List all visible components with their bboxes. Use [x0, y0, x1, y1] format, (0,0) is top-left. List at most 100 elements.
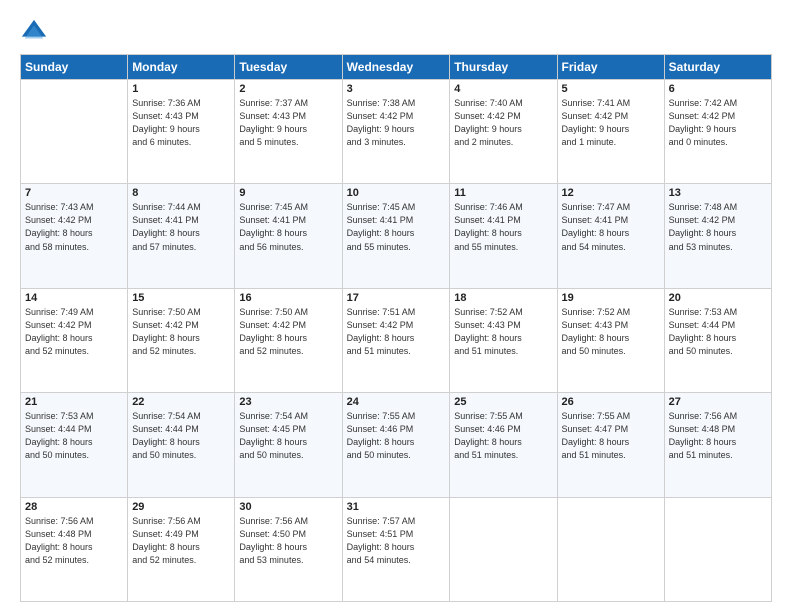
day-number: 10: [347, 187, 446, 199]
calendar-day-25: 25 Sunrise: 7:55 AM Sunset: 4:46 PM Dayli…: [450, 393, 557, 497]
calendar-week-3: 14Sunrise: 7:49 AM Sunset: 4:42 PM Dayli…: [21, 288, 772, 392]
logo-icon: [20, 18, 48, 46]
calendar-header-row: SundayMondayTuesdayWednesdayThursdayFrid…: [21, 55, 772, 80]
calendar-day-6: 6 Sunrise: 7:42 AM Sunset: 4:42 PM Daylig…: [664, 80, 771, 184]
day-number: 29: [132, 501, 230, 513]
day-number: 6: [669, 83, 767, 95]
weekday-header-friday: Friday: [557, 55, 664, 80]
day-number: 23: [239, 396, 337, 408]
day-info: Sunrise: 7:36 AM Sunset: 4:43 PM Dayligh…: [132, 97, 230, 149]
calendar-day-28: 28 Sunrise: 7:56 AM Sunset: 4:48 PM Dayli…: [21, 497, 128, 601]
calendar-day-24: 24Sunrise: 7:55 AM Sunset: 4:46 PM Dayli…: [342, 393, 450, 497]
day-info: Sunrise: 7:53 AM Sunset: 4:44 PM Dayligh…: [25, 410, 123, 462]
day-number: 12: [562, 187, 660, 199]
calendar-day-31: 31 Sunrise: 7:57 AM Sunset: 4:51 PM Dayli…: [342, 497, 450, 601]
day-info: Sunrise: 7:52 AM Sunset: 4:43 PM Dayligh…: [562, 306, 660, 358]
calendar-empty: [557, 497, 664, 601]
day-number: 22: [132, 396, 230, 408]
day-number: 17: [347, 292, 446, 304]
day-number: 2: [239, 83, 337, 95]
day-number: 1: [132, 83, 230, 95]
day-number: 7: [25, 187, 123, 199]
day-number: 11: [454, 187, 552, 199]
calendar-week-2: 7 Sunrise: 7:43 AM Sunset: 4:42 PM Daylig…: [21, 184, 772, 288]
day-info: Sunrise: 7:54 AM Sunset: 4:44 PM Dayligh…: [132, 410, 230, 462]
day-number: 9: [239, 187, 337, 199]
day-info: Sunrise: 7:52 AM Sunset: 4:43 PM Dayligh…: [454, 306, 552, 358]
calendar-empty: [664, 497, 771, 601]
day-number: 21: [25, 396, 123, 408]
weekday-header-saturday: Saturday: [664, 55, 771, 80]
day-info: Sunrise: 7:55 AM Sunset: 4:46 PM Dayligh…: [347, 410, 446, 462]
calendar-day-3: 3Sunrise: 7:38 AM Sunset: 4:42 PM Daylig…: [342, 80, 450, 184]
day-info: Sunrise: 7:40 AM Sunset: 4:42 PM Dayligh…: [454, 97, 552, 149]
calendar-day-30: 30 Sunrise: 7:56 AM Sunset: 4:50 PM Dayli…: [235, 497, 342, 601]
day-info: Sunrise: 7:50 AM Sunset: 4:42 PM Dayligh…: [132, 306, 230, 358]
calendar-day-20: 20Sunrise: 7:53 AM Sunset: 4:44 PM Dayli…: [664, 288, 771, 392]
calendar-week-5: 28 Sunrise: 7:56 AM Sunset: 4:48 PM Dayli…: [21, 497, 772, 601]
calendar-day-23: 23Sunrise: 7:54 AM Sunset: 4:45 PM Dayli…: [235, 393, 342, 497]
calendar-day-10: 10 Sunrise: 7:45 AM Sunset: 4:41 PM Dayli…: [342, 184, 450, 288]
day-number: 28: [25, 501, 123, 513]
calendar-empty: [450, 497, 557, 601]
calendar-empty: [21, 80, 128, 184]
day-info: Sunrise: 7:42 AM Sunset: 4:42 PM Dayligh…: [669, 97, 767, 149]
day-number: 4: [454, 83, 552, 95]
day-info: Sunrise: 7:47 AM Sunset: 4:41 PM Dayligh…: [562, 201, 660, 253]
day-info: Sunrise: 7:43 AM Sunset: 4:42 PM Dayligh…: [25, 201, 123, 253]
day-info: Sunrise: 7:38 AM Sunset: 4:42 PM Dayligh…: [347, 97, 446, 149]
day-info: Sunrise: 7:48 AM Sunset: 4:42 PM Dayligh…: [669, 201, 767, 253]
day-number: 5: [562, 83, 660, 95]
calendar-week-4: 21 Sunrise: 7:53 AM Sunset: 4:44 PM Dayli…: [21, 393, 772, 497]
day-info: Sunrise: 7:56 AM Sunset: 4:48 PM Dayligh…: [25, 515, 123, 567]
calendar-day-22: 22 Sunrise: 7:54 AM Sunset: 4:44 PM Dayli…: [128, 393, 235, 497]
day-info: Sunrise: 7:41 AM Sunset: 4:42 PM Dayligh…: [562, 97, 660, 149]
calendar-day-9: 9 Sunrise: 7:45 AM Sunset: 4:41 PM Daylig…: [235, 184, 342, 288]
calendar-day-29: 29 Sunrise: 7:56 AM Sunset: 4:49 PM Dayli…: [128, 497, 235, 601]
day-info: Sunrise: 7:50 AM Sunset: 4:42 PM Dayligh…: [239, 306, 337, 358]
day-info: Sunrise: 7:56 AM Sunset: 4:50 PM Dayligh…: [239, 515, 337, 567]
day-info: Sunrise: 7:55 AM Sunset: 4:47 PM Dayligh…: [562, 410, 660, 462]
calendar-day-15: 15Sunrise: 7:50 AM Sunset: 4:42 PM Dayli…: [128, 288, 235, 392]
day-number: 16: [239, 292, 337, 304]
weekday-header-monday: Monday: [128, 55, 235, 80]
day-number: 27: [669, 396, 767, 408]
logo: [20, 18, 52, 46]
day-info: Sunrise: 7:45 AM Sunset: 4:41 PM Dayligh…: [347, 201, 446, 253]
calendar-day-18: 18 Sunrise: 7:52 AM Sunset: 4:43 PM Dayli…: [450, 288, 557, 392]
day-number: 18: [454, 292, 552, 304]
day-number: 31: [347, 501, 446, 513]
weekday-header-tuesday: Tuesday: [235, 55, 342, 80]
day-number: 14: [25, 292, 123, 304]
day-number: 13: [669, 187, 767, 199]
day-number: 26: [562, 396, 660, 408]
calendar-day-8: 8Sunrise: 7:44 AM Sunset: 4:41 PM Daylig…: [128, 184, 235, 288]
calendar-day-4: 4 Sunrise: 7:40 AM Sunset: 4:42 PM Daylig…: [450, 80, 557, 184]
day-number: 25: [454, 396, 552, 408]
day-info: Sunrise: 7:56 AM Sunset: 4:49 PM Dayligh…: [132, 515, 230, 567]
day-info: Sunrise: 7:37 AM Sunset: 4:43 PM Dayligh…: [239, 97, 337, 149]
day-info: Sunrise: 7:55 AM Sunset: 4:46 PM Dayligh…: [454, 410, 552, 462]
calendar-day-13: 13 Sunrise: 7:48 AM Sunset: 4:42 PM Dayli…: [664, 184, 771, 288]
calendar-day-17: 17 Sunrise: 7:51 AM Sunset: 4:42 PM Dayli…: [342, 288, 450, 392]
calendar-day-16: 16 Sunrise: 7:50 AM Sunset: 4:42 PM Dayli…: [235, 288, 342, 392]
calendar-day-21: 21 Sunrise: 7:53 AM Sunset: 4:44 PM Dayli…: [21, 393, 128, 497]
day-info: Sunrise: 7:46 AM Sunset: 4:41 PM Dayligh…: [454, 201, 552, 253]
day-info: Sunrise: 7:56 AM Sunset: 4:48 PM Dayligh…: [669, 410, 767, 462]
calendar-table: SundayMondayTuesdayWednesdayThursdayFrid…: [20, 54, 772, 602]
day-number: 20: [669, 292, 767, 304]
day-info: Sunrise: 7:45 AM Sunset: 4:41 PM Dayligh…: [239, 201, 337, 253]
calendar-day-7: 7 Sunrise: 7:43 AM Sunset: 4:42 PM Daylig…: [21, 184, 128, 288]
day-info: Sunrise: 7:57 AM Sunset: 4:51 PM Dayligh…: [347, 515, 446, 567]
calendar-day-19: 19 Sunrise: 7:52 AM Sunset: 4:43 PM Dayli…: [557, 288, 664, 392]
day-number: 19: [562, 292, 660, 304]
weekday-header-thursday: Thursday: [450, 55, 557, 80]
day-number: 30: [239, 501, 337, 513]
calendar-day-27: 27 Sunrise: 7:56 AM Sunset: 4:48 PM Dayli…: [664, 393, 771, 497]
day-info: Sunrise: 7:51 AM Sunset: 4:42 PM Dayligh…: [347, 306, 446, 358]
day-number: 8: [132, 187, 230, 199]
calendar-day-26: 26 Sunrise: 7:55 AM Sunset: 4:47 PM Dayli…: [557, 393, 664, 497]
calendar-week-1: 1 Sunrise: 7:36 AM Sunset: 4:43 PM Daylig…: [21, 80, 772, 184]
weekday-header-sunday: Sunday: [21, 55, 128, 80]
weekday-header-wednesday: Wednesday: [342, 55, 450, 80]
